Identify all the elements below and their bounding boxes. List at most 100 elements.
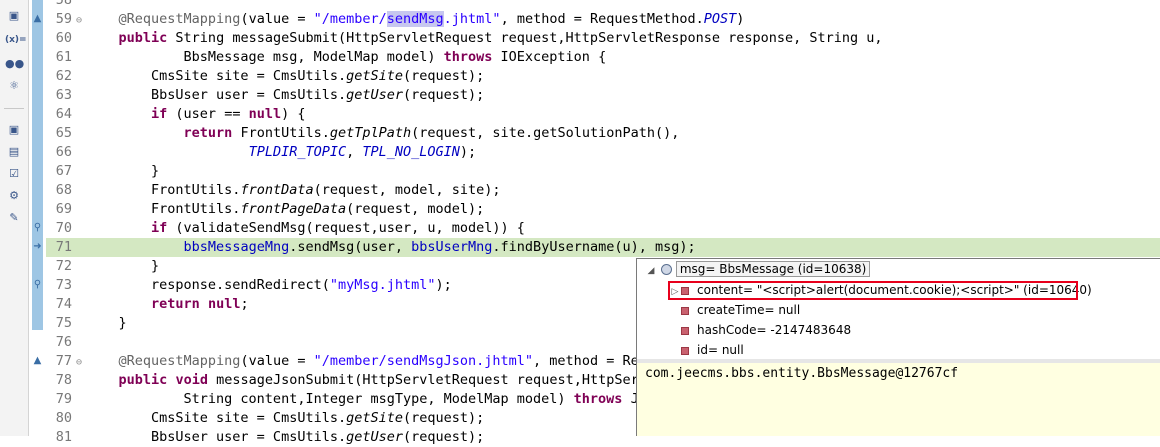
task-icon[interactable]: ☑ xyxy=(5,166,23,182)
code-token: getTplPath xyxy=(329,125,412,141)
code-token: .jhtml" xyxy=(443,11,501,27)
line-number: 58 xyxy=(55,0,72,8)
code-token: (request, model); xyxy=(346,201,485,217)
collapse-arrow-icon[interactable]: ◢ xyxy=(645,261,657,281)
code-token: (request); xyxy=(403,68,485,84)
selection-highlight-box xyxy=(668,281,1078,300)
code-line[interactable]: 60 public String messageSubmit(HttpServl… xyxy=(46,29,1160,48)
display-icon[interactable]: ▤ xyxy=(5,144,23,160)
tools-icon[interactable]: ✎ xyxy=(5,210,23,226)
code-token: CmsSite site = CmsUtils. xyxy=(86,410,347,426)
code-token: BbsUser user = CmsUtils. xyxy=(86,87,347,103)
line-number: 72 xyxy=(55,258,72,274)
code-line[interactable]: 64 if (user == null) { xyxy=(46,105,1160,124)
code-line[interactable]: 66 TPLDIR_TOPIC, TPL_NO_LOGIN); xyxy=(46,143,1160,162)
code-line[interactable]: 61 BbsMessage msg, ModelMap model) throw… xyxy=(46,48,1160,67)
registers-icon[interactable]: ⚛ xyxy=(5,78,23,94)
code-token: getSite xyxy=(346,68,403,84)
line-number: 76 xyxy=(55,334,72,350)
code-token: TPL_NO_LOGIN xyxy=(362,144,460,160)
debug-icon[interactable]: ⚙ xyxy=(5,188,23,204)
code-token: ; xyxy=(240,296,249,312)
root-variable-label: msg= BbsMessage (id=10638) xyxy=(675,261,871,277)
code-line[interactable]: 58 xyxy=(46,0,1160,10)
code-line[interactable]: 63 BbsUser user = CmsUtils.getUser(reque… xyxy=(46,86,1160,105)
code-token: messageJsonSubmit(HttpServletRequest req… xyxy=(207,372,655,388)
code-token: FrontUtils. xyxy=(232,125,330,141)
field-row[interactable]: hashCode= -2147483648 xyxy=(669,320,851,340)
code-token: return xyxy=(151,296,200,312)
line-number: 65 xyxy=(55,125,72,141)
field-row[interactable]: id= null xyxy=(669,340,744,360)
code-line[interactable]: 65 return FrontUtils.getTplPath(request,… xyxy=(46,124,1160,143)
override-marker-icon[interactable]: ▲ xyxy=(31,354,44,367)
code-token: if xyxy=(151,220,168,236)
search-occurrence-icon[interactable]: ⚲ xyxy=(31,221,44,234)
code-token: BbsMessage msg, ModelMap model) xyxy=(86,49,444,65)
code-token: "/member/sendMsgJson.jhtml" xyxy=(313,353,534,369)
breakpoint-arrow-icon[interactable]: ➜ xyxy=(31,240,44,253)
code-token: } xyxy=(86,315,127,331)
code-line[interactable]: 68 FrontUtils.frontData(request, model, … xyxy=(46,181,1160,200)
expressions-icon[interactable]: (x)= xyxy=(5,32,27,48)
code-token: CmsSite site = CmsUtils. xyxy=(86,68,347,84)
code-token: if xyxy=(151,106,168,122)
code-token: getSite xyxy=(346,410,403,426)
code-token: @RequestMapping xyxy=(118,11,241,27)
code-token: ) xyxy=(736,11,745,27)
line-number: 74 xyxy=(55,296,72,312)
current-line[interactable]: 71 bbsMessageMng.sendMsg(user, bbsUserMn… xyxy=(46,238,1160,257)
code-line[interactable]: 70 if (validateSendMsg(request,user, u, … xyxy=(46,219,1160,238)
private-field-icon xyxy=(681,326,689,335)
code-token: ); xyxy=(435,277,452,293)
code-token: (value = xyxy=(240,11,314,27)
fold-toggle-icon[interactable]: ⊖ xyxy=(76,11,86,30)
code-token: "myMsg.jhtml" xyxy=(329,277,436,293)
code-line[interactable]: 69 FrontUtils.frontPageData(request, mod… xyxy=(46,200,1160,219)
variables-view-icon[interactable]: ▣ xyxy=(5,8,23,24)
code-token: bbsUserMng xyxy=(411,239,493,255)
code-token: String messageSubmit(HttpServletRequest … xyxy=(167,30,883,46)
code-token: (value = xyxy=(240,353,314,369)
code-line[interactable]: 67 } xyxy=(46,162,1160,181)
line-number: 78 xyxy=(55,372,72,388)
tree-root-row[interactable]: ◢ msg= BbsMessage (id=10638) xyxy=(645,259,871,281)
code-token: public xyxy=(118,30,168,46)
variables-tree[interactable]: ◢ msg= BbsMessage (id=10638) ▷ content= "… xyxy=(637,259,1160,359)
code-token: (request); xyxy=(403,87,485,103)
outline-icon[interactable]: ▣ xyxy=(5,122,23,138)
field-label: id= null xyxy=(697,343,744,357)
line-number: 77 xyxy=(55,353,72,369)
code-line[interactable]: 62 CmsSite site = CmsUtils.getSite(reque… xyxy=(46,67,1160,86)
line-number: 66 xyxy=(55,144,72,160)
code-token: void xyxy=(175,372,208,388)
line-number: 63 xyxy=(55,87,72,103)
override-marker-icon[interactable]: ▲ xyxy=(31,12,44,25)
object-icon xyxy=(660,264,672,275)
code-token: } xyxy=(86,163,160,179)
editor-ruler: ▲ ⚲ ➜ ⚲ ▲ xyxy=(30,0,46,436)
fold-toggle-icon[interactable]: ⊖ xyxy=(76,353,86,372)
code-token: getUser xyxy=(346,87,403,103)
code-token: IOException { xyxy=(492,49,607,65)
line-number: 80 xyxy=(55,410,72,426)
private-field-icon xyxy=(681,306,689,315)
search-occurrence-icon[interactable]: ⚲ xyxy=(31,278,44,291)
code-line[interactable]: 59 ⊖ @RequestMapping(value = "/member/sen… xyxy=(46,10,1160,29)
code-token: } xyxy=(86,258,160,274)
code-token: (request); xyxy=(403,410,485,426)
code-token: (request, model, site); xyxy=(313,182,501,198)
line-number: 75 xyxy=(55,315,72,331)
code-token: TPLDIR_TOPIC xyxy=(248,144,347,160)
code-token: String content,Integer msgType, ModelMap… xyxy=(86,391,574,407)
line-number: 59 xyxy=(55,11,72,27)
code-token: response.sendRedirect( xyxy=(86,277,330,293)
field-row[interactable]: createTime= null xyxy=(669,300,800,320)
breakpoints-icon[interactable]: ●● xyxy=(5,56,24,72)
debug-inspect-popup[interactable]: ◢ msg= BbsMessage (id=10638) ▷ content= "… xyxy=(636,258,1160,436)
detail-pane-text: com.jeecms.bbs.entity.BbsMessage@12767cf xyxy=(645,366,959,381)
